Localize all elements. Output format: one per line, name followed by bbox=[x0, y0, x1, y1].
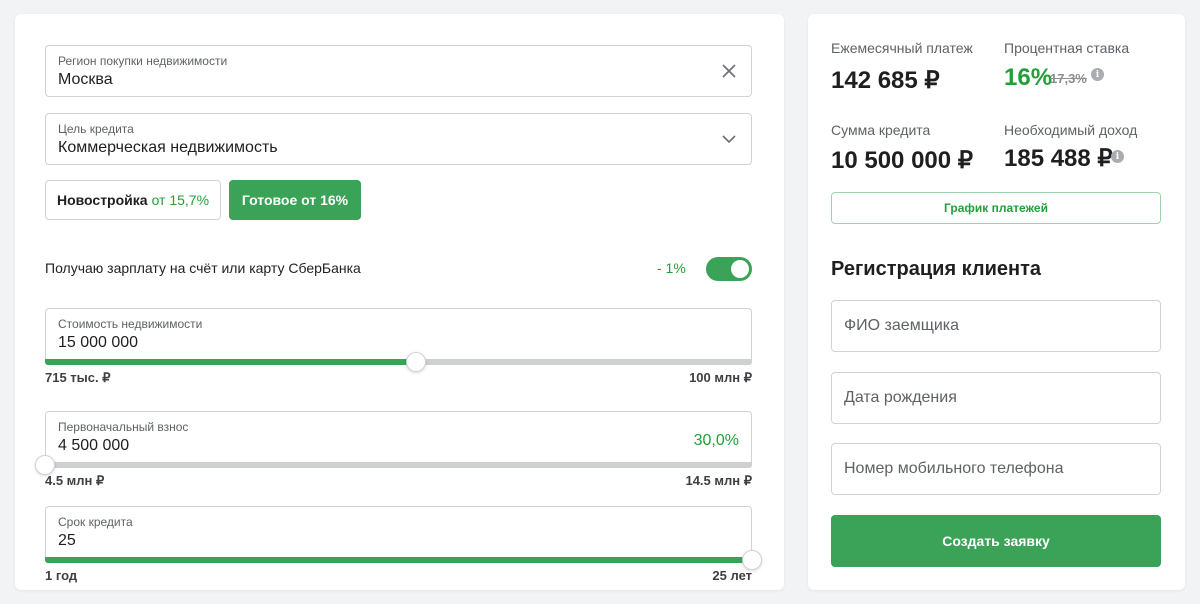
term-value: 25 bbox=[58, 532, 76, 549]
birth-date-input[interactable] bbox=[831, 372, 1161, 424]
close-icon[interactable] bbox=[719, 61, 739, 81]
down-payment-min: 4.5 млн ₽ bbox=[45, 473, 105, 488]
new-building-label: Новостройка bbox=[56, 192, 148, 208]
term-slider[interactable] bbox=[45, 550, 762, 570]
slider-handle[interactable] bbox=[35, 455, 55, 475]
down-payment-field[interactable]: Первоначальный взнос 4 500 000 30,0% bbox=[45, 411, 752, 463]
slider-handle[interactable] bbox=[406, 352, 427, 372]
term-label: Срок кредита bbox=[58, 515, 133, 529]
calculator-card: Регион покупки недвижимости Москва Цель … bbox=[15, 14, 784, 590]
purpose-value: Коммерческая недвижимость bbox=[58, 139, 278, 156]
down-payment-value: 4 500 000 bbox=[58, 437, 130, 454]
new-building-rate: от 15,7% bbox=[151, 192, 210, 208]
info-icon[interactable]: i bbox=[1111, 150, 1124, 163]
income-label: Необходимый доход bbox=[1004, 122, 1138, 138]
loan-amount-label: Сумма кредита bbox=[831, 122, 931, 138]
term-min: 1 год bbox=[45, 568, 78, 583]
down-payment-max: 14.5 млн ₽ bbox=[685, 473, 752, 488]
monthly-payment-label: Ежемесячный платеж bbox=[831, 40, 973, 56]
slider-handle[interactable] bbox=[742, 550, 762, 570]
salary-discount: - 1% bbox=[657, 260, 686, 276]
purpose-select[interactable]: Цель кредита Коммерческая недвижимость bbox=[45, 113, 752, 165]
loan-amount-value: 10 500 000 ₽ bbox=[831, 147, 974, 174]
borrower-name-input[interactable] bbox=[831, 300, 1161, 352]
region-value: Москва bbox=[58, 71, 113, 88]
region-label: Регион покупки недвижимости bbox=[58, 54, 228, 68]
term-max: 25 лет bbox=[712, 568, 752, 583]
property-cost-min: 715 тыс. ₽ bbox=[45, 370, 111, 385]
monthly-payment-value: 142 685 ₽ bbox=[831, 67, 940, 94]
new-building-button[interactable]: Новостройка от 15,7% bbox=[45, 180, 221, 220]
property-cost-max: 100 млн ₽ bbox=[689, 370, 752, 385]
rate-value: 16% bbox=[1004, 64, 1053, 91]
toggle-knob bbox=[731, 260, 749, 278]
slider-fill bbox=[45, 359, 417, 365]
salary-toggle[interactable] bbox=[706, 257, 752, 281]
salary-row: Получаю зарплату на счёт или карту СберБ… bbox=[45, 257, 752, 281]
property-cost-label: Стоимость недвижимости bbox=[58, 317, 203, 331]
income-value: 185 488 ₽ bbox=[1004, 145, 1113, 172]
create-application-button[interactable]: Создать заявку bbox=[831, 515, 1161, 567]
property-cost-field[interactable]: Стоимость недвижимости 15 000 000 bbox=[45, 308, 752, 360]
region-field[interactable]: Регион покупки недвижимости Москва bbox=[45, 45, 752, 97]
term-field[interactable]: Срок кредита 25 bbox=[45, 506, 752, 558]
ready-property-button[interactable]: Готовое от 16% bbox=[229, 180, 361, 220]
registration-title: Регистрация клиента bbox=[831, 258, 1042, 280]
purpose-label: Цель кредита bbox=[58, 122, 134, 136]
summary-card: Ежемесячный платеж 142 685 ₽ Процентная … bbox=[808, 14, 1185, 590]
down-payment-percent: 30,0% bbox=[693, 432, 739, 449]
rate-label: Процентная ставка bbox=[1004, 40, 1130, 56]
property-cost-slider[interactable] bbox=[45, 352, 752, 372]
down-payment-slider[interactable] bbox=[35, 455, 752, 475]
old-rate: 17,3% bbox=[1050, 71, 1087, 86]
down-payment-label: Первоначальный взнос bbox=[58, 420, 189, 434]
slider-fill bbox=[45, 557, 752, 563]
info-icon[interactable]: i bbox=[1091, 68, 1104, 81]
chevron-down-icon[interactable] bbox=[719, 129, 739, 149]
payment-schedule-button[interactable]: График платежей bbox=[831, 192, 1161, 224]
property-cost-value: 15 000 000 bbox=[58, 334, 139, 351]
phone-input[interactable] bbox=[831, 443, 1161, 495]
salary-label: Получаю зарплату на счёт или карту СберБ… bbox=[45, 260, 361, 276]
